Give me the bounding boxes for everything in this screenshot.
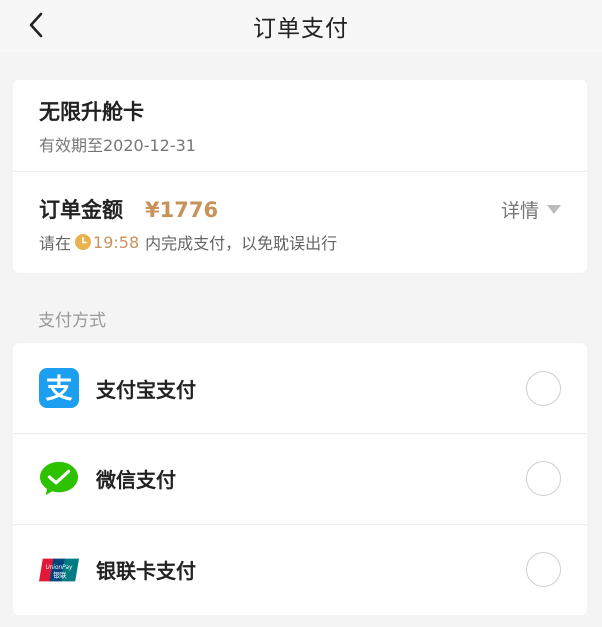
- payment-option-unionpay[interactable]: UnionPay 银联 银联卡支付: [13, 524, 587, 614]
- validity-text: 有效期至2020-12-31: [39, 136, 196, 155]
- payment-option-wechat[interactable]: 微信支付: [13, 433, 587, 523]
- wechat-pay-icon: [39, 459, 79, 499]
- details-label: 详情: [500, 200, 539, 222]
- radio-button[interactable]: [526, 552, 561, 587]
- payment-option-label: 微信支付: [96, 468, 176, 492]
- payment-notice: 请在 19:58 内完成支付，以免耽误出行: [39, 230, 337, 254]
- radio-button[interactable]: [526, 461, 561, 496]
- unionpay-icon: UnionPay 银联: [39, 550, 79, 590]
- payment-option-label: 银联卡支付: [96, 559, 196, 583]
- page-title: 订单支付: [253, 16, 349, 42]
- clock-icon: [75, 234, 92, 250]
- product-name: 无限升舱卡: [39, 100, 144, 124]
- payment-option-label: 支付宝支付: [96, 377, 196, 402]
- svg-text:支: 支: [46, 374, 73, 405]
- payment-section-title: 支付方式: [38, 311, 106, 331]
- details-toggle[interactable]: 详情: [501, 196, 561, 223]
- amount-value: ¥1776: [145, 198, 219, 222]
- divider: [13, 171, 587, 172]
- svg-text:UnionPay: UnionPay: [46, 565, 73, 571]
- amount-label: 订单金额: [39, 198, 123, 222]
- notice-prefix: 请在: [39, 234, 72, 253]
- svg-text:银联: 银联: [53, 570, 67, 579]
- nav-bar: 订单支付: [0, 0, 602, 52]
- chevron-left-icon: [29, 12, 43, 38]
- alipay-icon: 支: [39, 368, 79, 408]
- back-button[interactable]: [22, 10, 50, 40]
- order-card: 无限升舱卡 有效期至2020-12-31 订单金额 ¥1776 详情 请在 19…: [13, 80, 587, 273]
- payment-methods-card: 支 支付宝支付 微信支付 UnionPay 银联 银联卡支付: [13, 343, 587, 615]
- radio-button[interactable]: [526, 370, 561, 406]
- countdown-timer: 19:58: [93, 232, 140, 252]
- amount-row: 订单金额 ¥1776: [39, 194, 218, 224]
- caret-down-icon: [547, 205, 561, 214]
- notice-suffix: 内完成支付，以免耽误出行: [145, 234, 338, 253]
- payment-option-alipay[interactable]: 支 支付宝支付: [13, 343, 587, 433]
